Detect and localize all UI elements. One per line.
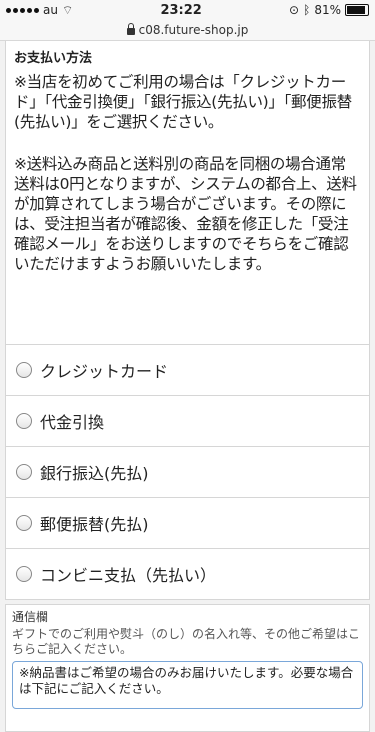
payment-section: お支払い方法 ※当店を初めてご利用の場合は「クレジットカード」「代金引換便」「銀… (5, 41, 370, 306)
clock: 23:22 (160, 2, 202, 18)
wifi-icon: ⌔ (61, 2, 74, 17)
option-label: 代金引換 (40, 413, 105, 432)
payment-option-postal-transfer[interactable]: 郵便振替(先払) (6, 498, 369, 549)
payment-title: お支払い方法 (14, 51, 93, 66)
section-spacer (5, 306, 370, 344)
battery-percent: 81% (314, 3, 341, 17)
bluetooth-icon: ᛒ (303, 3, 311, 17)
status-left: au ⌔ (6, 3, 73, 18)
radio-icon[interactable] (16, 413, 32, 429)
signal-icon (6, 7, 39, 13)
option-label: クレジットカード (40, 362, 169, 381)
radio-icon[interactable] (16, 464, 32, 480)
payment-option-convenience-store[interactable]: コンビニ支払（先払い） (6, 549, 369, 599)
lock-icon (126, 23, 135, 35)
status-bar: au ⌔ 23:22 ⊙ ᛒ 81% (0, 0, 375, 20)
notes-title: 通信欄 (12, 610, 49, 624)
payment-note-1: ※当店を初めてご利用の場合は「クレジットカード」「代金引換便」「銀行振込(先払い… (14, 73, 352, 131)
status-right: ⊙ ᛒ 81% (289, 3, 369, 17)
payment-option-bank-transfer[interactable]: 銀行振込(先払) (6, 447, 369, 498)
option-label: 郵便振替(先払) (40, 515, 149, 534)
option-label: コンビニ支払（先払い） (40, 566, 217, 585)
option-label: 銀行振込(先払) (40, 464, 149, 483)
notes-description: ギフトでのご利用や熨斗（のし）の名入れ等、その他ご希望はこちらご記入ください。 (12, 627, 361, 656)
notes-textarea[interactable]: ※納品書はご希望の場合のみお届けいたします。必要な場合は下記にご記入ください。 (12, 661, 363, 709)
payment-option-credit-card[interactable]: クレジットカード (6, 345, 369, 396)
payment-options: クレジットカード 代金引換 銀行振込(先払) 郵便振替(先払) コンビニ支払（先… (5, 344, 370, 600)
notes-section: 通信欄 ギフトでのご利用や熨斗（のし）の名入れ等、その他ご希望はこちらご記入くだ… (5, 604, 370, 732)
url-text: c08.future-shop.jp (138, 23, 249, 37)
orientation-lock-icon: ⊙ (289, 3, 300, 17)
radio-icon[interactable] (16, 515, 32, 531)
payment-option-cod[interactable]: 代金引換 (6, 396, 369, 447)
radio-icon[interactable] (16, 566, 32, 582)
battery-icon (344, 4, 369, 16)
carrier-label: au (43, 3, 58, 17)
address-bar[interactable]: c08.future-shop.jp (0, 20, 375, 41)
radio-icon[interactable] (16, 362, 32, 378)
payment-note-2: ※送料込み商品と送料別の商品を同梱の場合通常送料は0円となりますが、システムの都… (14, 155, 357, 273)
